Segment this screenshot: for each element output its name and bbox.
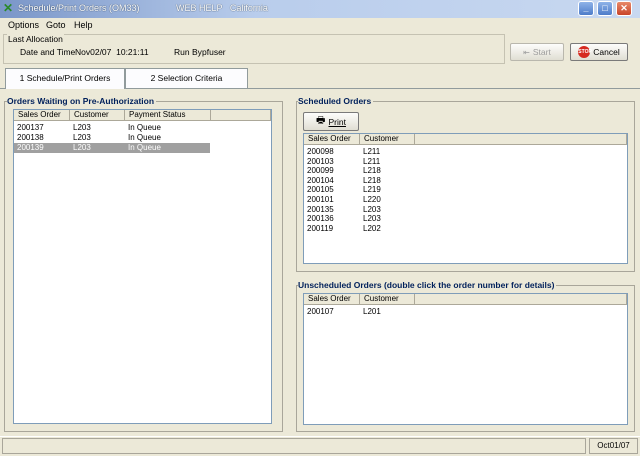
cell-order: 200099: [307, 166, 334, 176]
cell-status: In Queue: [128, 143, 161, 152]
col-payment-status[interactable]: Payment Status: [125, 110, 211, 121]
printer-icon: 🖶: [316, 115, 326, 126]
col-sales-order[interactable]: Sales Order: [304, 134, 360, 145]
tab-selection-criteria-label: 2 Selection Criteria: [150, 73, 223, 83]
table-row[interactable]: 200138 L203 In Queue: [14, 133, 271, 143]
maximize-button[interactable]: □: [597, 1, 613, 16]
close-button[interactable]: ✕: [616, 1, 632, 16]
cell-customer: L211: [363, 147, 381, 156]
cell-order: 200103: [307, 156, 334, 166]
menu-goto[interactable]: Goto: [46, 20, 66, 30]
stop-icon: STOP: [578, 46, 592, 58]
table-row[interactable]: 200103 L211: [304, 157, 627, 167]
cell-customer: L219: [363, 185, 381, 195]
print-button[interactable]: 🖶 Print: [303, 112, 359, 131]
cell-order: 200098: [307, 147, 334, 156]
cell-customer: L201: [363, 307, 381, 316]
start-button[interactable]: ⇤ Start: [510, 43, 564, 61]
tab-schedule-print-orders-label: 1 Schedule/Print Orders: [19, 73, 111, 83]
table-row[interactable]: 200099 L218: [304, 166, 627, 176]
table-row[interactable]: 200107 L201: [304, 307, 627, 317]
window-title-text: Schedule/Print Orders (OM33): [18, 3, 140, 13]
col-customer[interactable]: Customer: [70, 110, 125, 121]
window-title: Schedule/Print Orders (OM33) WEB HELP Ca…: [18, 3, 268, 13]
col-customer[interactable]: Customer: [360, 294, 415, 305]
date-time-label: Date and Time: [20, 47, 76, 57]
start-icon: ⇤: [523, 47, 530, 57]
menu-options[interactable]: Options: [8, 20, 39, 30]
unscheduled-orders-grid[interactable]: Sales Order Customer 200107 L201: [303, 293, 628, 425]
cell-customer: L203: [73, 133, 91, 142]
cancel-label: Cancel: [593, 47, 620, 57]
scheduled-orders-legend: Scheduled Orders: [298, 96, 374, 106]
col-sales-order[interactable]: Sales Order: [14, 110, 70, 121]
cell-customer: L220: [363, 195, 381, 204]
waiting-orders-grid[interactable]: Sales Order Customer Payment Status 2001…: [13, 109, 272, 424]
table-row[interactable]: 200119 L202: [304, 224, 627, 234]
col-filler: [415, 134, 627, 145]
table-row[interactable]: 200098 L211: [304, 147, 627, 157]
date-time-value: Nov02/07 10:21:11: [75, 47, 149, 57]
table-row-selected[interactable]: 200139 L203 In Queue: [14, 143, 210, 153]
cell-order: 200137: [17, 123, 44, 132]
table-row[interactable]: 200137 L203 In Queue: [14, 123, 271, 133]
cell-order: 200101: [307, 195, 334, 204]
cell-order: 200136: [307, 214, 334, 224]
cell-status: In Queue: [128, 123, 161, 132]
waiting-orders-legend: Orders Waiting on Pre-Authorization: [7, 96, 157, 106]
run-by-label: Run By: [174, 47, 202, 57]
cell-order: 200139: [17, 143, 44, 152]
status-message-pane: [2, 438, 586, 454]
col-customer[interactable]: Customer: [360, 134, 415, 145]
cell-customer: L203: [73, 123, 91, 132]
tab-selection-criteria[interactable]: 2 Selection Criteria: [125, 68, 248, 88]
cell-customer: L203: [363, 214, 381, 224]
minimize-button[interactable]: _: [578, 1, 594, 16]
cell-order: 200105: [307, 185, 334, 195]
cell-order: 200138: [17, 133, 44, 142]
cancel-button[interactable]: STOP Cancel: [570, 43, 628, 61]
last-allocation-legend: Last Allocation: [7, 34, 64, 44]
scheduled-orders-grid[interactable]: Sales Order Customer 200098 L211 200103 L21…: [303, 133, 628, 264]
cell-customer: L218: [363, 166, 381, 176]
status-date: Oct01/07: [589, 438, 638, 454]
cell-order: 200107: [307, 307, 334, 316]
cell-status: In Queue: [128, 133, 161, 142]
x-app-icon: ✕: [3, 1, 14, 15]
cell-customer: L202: [363, 223, 381, 233]
table-row[interactable]: 200136 L203: [304, 214, 627, 224]
table-row[interactable]: 200135 L203: [304, 205, 627, 215]
col-filler: [415, 294, 627, 305]
cell-order: 200135: [307, 204, 334, 214]
cell-customer: L211: [363, 156, 381, 166]
menu-help[interactable]: Help: [74, 20, 93, 30]
cell-customer: L203: [363, 204, 381, 214]
tab-schedule-print-orders[interactable]: 1 Schedule/Print Orders: [5, 68, 125, 89]
print-label: Print: [328, 116, 346, 127]
cell-customer: L203: [73, 143, 91, 152]
cell-customer: L218: [363, 175, 381, 185]
run-by-value: pfuser: [202, 47, 226, 57]
cell-order: 200104: [307, 175, 334, 185]
table-row[interactable]: 200105 L219: [304, 185, 627, 195]
col-filler: [211, 110, 271, 121]
start-label: Start: [532, 47, 551, 57]
unscheduled-orders-legend: Unscheduled Orders (double click the ord…: [298, 280, 557, 290]
menu-bar: Options Goto Help: [0, 18, 640, 32]
cell-order: 200119: [307, 223, 334, 233]
table-row[interactable]: 200101 L220: [304, 195, 627, 205]
window-subtitle: WEB HELP California: [176, 3, 268, 13]
table-row[interactable]: 200104 L218: [304, 176, 627, 186]
col-sales-order[interactable]: Sales Order: [304, 294, 360, 305]
